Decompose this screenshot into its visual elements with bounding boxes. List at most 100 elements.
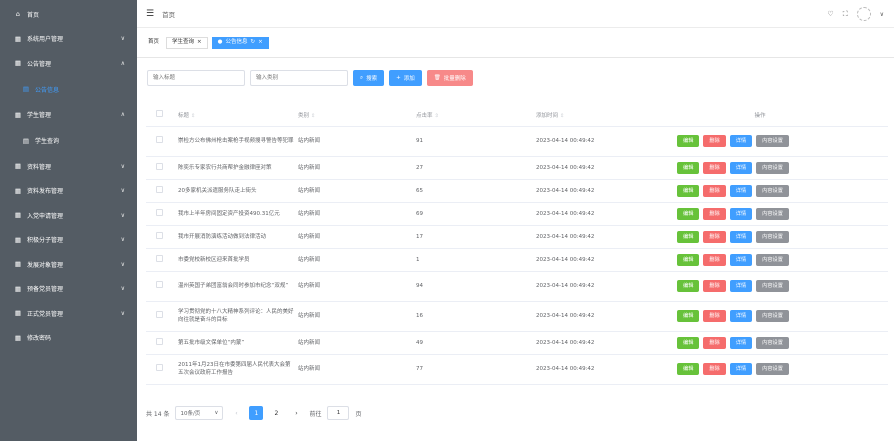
header-clicks[interactable]: 点击率 ⇳ (412, 104, 532, 127)
row-checkbox[interactable] (156, 337, 163, 345)
delete-button[interactable]: 删除 (703, 336, 726, 349)
row-checkbox[interactable] (156, 208, 163, 216)
sidebar-item-application[interactable]: ▦ 入党申请管理 ∨ (0, 203, 137, 228)
hamburger-icon[interactable]: ☰ (146, 9, 154, 19)
chevron-down-icon: ∨ (120, 35, 125, 43)
edit-button[interactable]: 编辑 (677, 184, 700, 197)
sidebar-item-materials[interactable]: ▦ 资料管理 ∨ (0, 154, 137, 179)
sort-icon[interactable]: ⇳ (560, 113, 564, 119)
select-all-checkbox[interactable] (156, 110, 163, 118)
row-checkbox[interactable] (156, 231, 163, 239)
edit-button[interactable]: 编辑 (677, 161, 700, 174)
row-checkbox[interactable] (156, 162, 163, 170)
row-checkbox[interactable] (156, 185, 163, 193)
sidebar-item-system-users[interactable]: ▦ 系统用户管理 ∨ (0, 27, 137, 52)
chevron-down-icon[interactable]: ∨ (880, 11, 884, 18)
detail-button[interactable]: 详情 (729, 230, 753, 243)
sidebar-item-full-members[interactable]: ▦ 正式党员管理 ∨ (0, 301, 137, 326)
edit-button[interactable]: 编辑 (677, 207, 700, 220)
sort-icon[interactable]: ⇳ (191, 113, 195, 119)
sidebar-item-development[interactable]: ▦ 发展对象管理 ∨ (0, 252, 137, 277)
delete-button[interactable]: 删除 (703, 363, 726, 375)
sidebar-item-student-mgmt[interactable]: ▦ 学生管理 ∧ (0, 103, 137, 128)
bell-icon[interactable]: ♡ (827, 10, 833, 18)
detail-button[interactable]: 详情 (729, 336, 753, 349)
content-settings-button[interactable]: 内容设置 (756, 336, 789, 349)
edit-button[interactable]: 编辑 (677, 135, 700, 147)
content-settings-button[interactable]: 内容设置 (756, 135, 789, 147)
delete-button[interactable]: 删除 (703, 207, 726, 220)
sort-icon[interactable]: ⇳ (311, 113, 315, 119)
delete-button[interactable]: 删除 (703, 280, 726, 292)
batch-delete-button[interactable]: 🗑 批量删除 (426, 70, 473, 86)
edit-button[interactable]: 编辑 (677, 310, 700, 322)
delete-button[interactable]: 删除 (703, 253, 726, 266)
delete-button[interactable]: 删除 (703, 161, 726, 174)
grid-icon: ▦ (14, 309, 22, 318)
header-added-time[interactable]: 添加时间 ⇳ (532, 104, 628, 127)
sidebar-item-home[interactable]: ⌂ 首页 (0, 2, 137, 27)
detail-button[interactable]: 详情 (729, 363, 753, 375)
fullscreen-icon[interactable]: ⛶ (843, 10, 848, 19)
close-icon[interactable]: × (197, 37, 202, 48)
sidebar-item-activists[interactable]: ▦ 积极分子管理 ∨ (0, 228, 137, 253)
detail-button[interactable]: 详情 (729, 207, 753, 220)
row-checkbox[interactable] (156, 281, 163, 288)
tag-notice-info[interactable]: ● 公告信息 ↻ × (211, 36, 269, 49)
sidebar-item-material-publish[interactable]: ▦ 资料发布管理 ∨ (0, 179, 137, 204)
row-select-cell (146, 301, 174, 332)
edit-button[interactable]: 编辑 (677, 280, 700, 292)
content-settings-button[interactable]: 内容设置 (756, 280, 789, 292)
delete-button[interactable]: 删除 (703, 184, 726, 197)
content-settings-button[interactable]: 内容设置 (756, 253, 789, 266)
delete-button[interactable]: 删除 (703, 230, 726, 243)
sidebar-item-student-query[interactable]: ▤ 学生查询 (0, 127, 137, 154)
sidebar-item-probationary[interactable]: ▦ 预备党员管理 ∨ (0, 277, 137, 302)
page-1-button[interactable]: 1 (249, 406, 264, 420)
next-page-button[interactable]: › (289, 406, 303, 420)
tag-student-query[interactable]: 学生查询 × (166, 36, 208, 49)
content-settings-button[interactable]: 内容设置 (756, 310, 789, 322)
detail-button[interactable]: 详情 (729, 161, 753, 174)
row-checkbox[interactable] (156, 364, 163, 371)
content-settings-button[interactable]: 内容设置 (756, 230, 789, 243)
add-button[interactable]: + 添加 (389, 70, 422, 86)
edit-button[interactable]: 编辑 (677, 230, 700, 243)
close-icon[interactable]: × (258, 37, 263, 48)
refresh-icon[interactable]: ↻ (250, 37, 255, 48)
breadcrumb[interactable]: 首页 (162, 9, 175, 19)
header-category[interactable]: 类别 ⇳ (294, 104, 412, 127)
sidebar-item-notice-mgmt[interactable]: ▦ 公告管理 ∧ (0, 51, 137, 76)
header-title[interactable]: 标题 ⇳ (174, 104, 294, 127)
delete-button[interactable]: 删除 (703, 135, 726, 147)
page-size-select[interactable]: 10条/页 ∨ (175, 406, 224, 420)
edit-button[interactable]: 编辑 (677, 363, 700, 375)
edit-button[interactable]: 编辑 (677, 253, 700, 266)
detail-button[interactable]: 详情 (729, 135, 753, 147)
goto-page-input[interactable]: 1 (327, 406, 350, 420)
row-checkbox[interactable] (156, 254, 163, 262)
content-settings-button[interactable]: 内容设置 (756, 184, 789, 197)
detail-button[interactable]: 详情 (729, 184, 753, 197)
detail-button[interactable]: 详情 (729, 253, 753, 266)
page-2-button[interactable]: 2 (269, 406, 283, 420)
sort-icon[interactable]: ⇳ (435, 113, 439, 119)
search-button[interactable]: ⌕ 搜索 (353, 70, 385, 86)
category-search-input[interactable] (250, 70, 348, 86)
tag-home[interactable]: 首页 (145, 36, 163, 49)
row-checkbox[interactable] (156, 311, 163, 318)
detail-button[interactable]: 详情 (729, 310, 753, 322)
detail-button[interactable]: 详情 (729, 280, 753, 292)
title-search-input[interactable] (147, 70, 245, 86)
row-checkbox[interactable] (156, 136, 163, 143)
sidebar-item-notice-info[interactable]: ▤ 公告信息 (0, 76, 137, 103)
prev-page-button[interactable]: ‹ (229, 406, 243, 420)
avatar[interactable] (856, 7, 871, 21)
cell-added-time: 2023-04-14 00:49:42 (532, 225, 628, 249)
delete-button[interactable]: 删除 (703, 310, 726, 322)
edit-button[interactable]: 编辑 (677, 336, 700, 349)
content-settings-button[interactable]: 内容设置 (756, 207, 789, 220)
sidebar-item-change-password[interactable]: ▦ 修改密码 (0, 326, 137, 351)
content-settings-button[interactable]: 内容设置 (756, 363, 789, 375)
content-settings-button[interactable]: 内容设置 (756, 161, 789, 174)
